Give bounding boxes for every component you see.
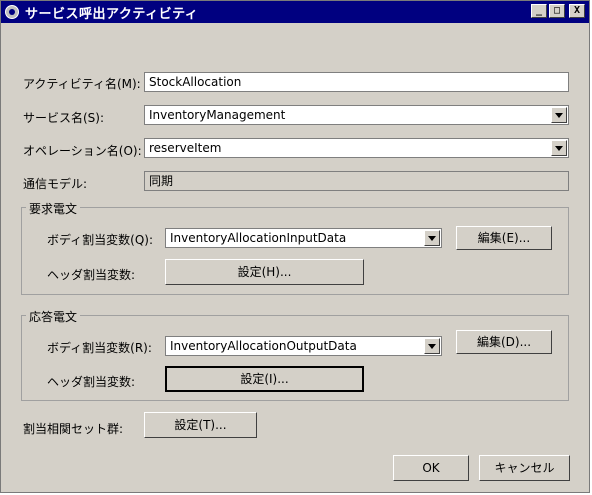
request-body-value: InventoryAllocationInputData <box>170 231 347 245</box>
request-group-title: 要求電文 <box>26 200 81 217</box>
request-body-label: ボディ割当変数(Q): <box>47 233 154 247</box>
response-body-value: InventoryAllocationOutputData <box>170 339 357 353</box>
request-edit-button[interactable]: 編集(E)... <box>456 226 552 250</box>
response-body-label: ボディ割当変数(R): <box>47 341 152 355</box>
operation-name-select[interactable]: reserveItem <box>144 138 569 158</box>
response-header-button[interactable]: 設定(I)... <box>165 366 364 392</box>
comm-model-label: 通信モデル: <box>23 177 88 191</box>
chevron-down-icon[interactable] <box>424 338 440 354</box>
service-name-select[interactable]: InventoryManagement <box>144 105 569 125</box>
operation-name-label: オペレーション名(O): <box>23 144 142 158</box>
response-body-select[interactable]: InventoryAllocationOutputData <box>165 336 442 356</box>
maximize-button[interactable]: □ <box>549 4 565 18</box>
window-title: サービス呼出アクティビティ <box>25 6 199 22</box>
app-icon <box>5 5 19 19</box>
ok-button[interactable]: OK <box>393 455 469 481</box>
activity-name-label: アクティビティ名(M): <box>23 77 141 91</box>
title-bar[interactable]: サービス呼出アクティビティ _ □ X <box>1 1 589 23</box>
request-header-label: ヘッダ割当変数: <box>47 268 136 282</box>
operation-name-value: reserveItem <box>149 141 222 155</box>
service-name-label: サービス名(S): <box>23 111 105 125</box>
service-name-value: InventoryManagement <box>149 108 286 122</box>
cancel-button[interactable]: キャンセル <box>479 455 570 481</box>
activity-name-input[interactable]: StockAllocation <box>144 72 569 92</box>
correlation-label: 割当相関セット群: <box>23 422 124 436</box>
chevron-down-icon[interactable] <box>551 107 567 123</box>
request-body-select[interactable]: InventoryAllocationInputData <box>165 228 442 248</box>
chevron-down-icon[interactable] <box>424 230 440 246</box>
correlation-set-button[interactable]: 設定(T)... <box>144 412 257 438</box>
window-controls: _ □ X <box>531 4 585 18</box>
minimize-button[interactable]: _ <box>531 4 547 18</box>
chevron-down-icon[interactable] <box>551 140 567 156</box>
response-group-title: 応答電文 <box>26 308 81 325</box>
dialog-window: サービス呼出アクティビティ _ □ X アクティビティ名(M): StockAl… <box>0 0 590 493</box>
request-header-button[interactable]: 設定(H)... <box>165 259 364 285</box>
close-button[interactable]: X <box>569 4 585 18</box>
comm-model-field: 同期 <box>144 171 569 191</box>
response-header-label: ヘッダ割当変数: <box>47 375 136 389</box>
response-edit-button[interactable]: 編集(D)... <box>456 330 552 354</box>
